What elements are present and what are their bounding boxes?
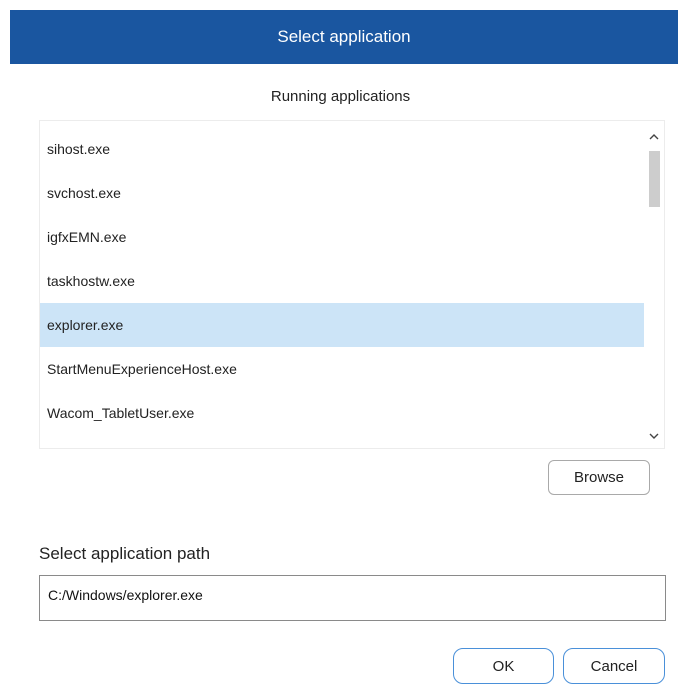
dialog-title: Select application [277,27,411,46]
ok-button[interactable]: OK [453,648,554,684]
list-scrollbar[interactable] [644,121,664,448]
cancel-button[interactable]: Cancel [563,648,665,684]
list-item[interactable]: igfxEMN.exe [40,215,646,259]
application-path-input[interactable] [39,575,666,621]
list-item[interactable]: sihost.exe [40,127,646,171]
browse-button[interactable]: Browse [548,460,650,495]
dialog-title-bar: Select application [10,10,678,64]
select-application-dialog: Select application Running applications … [0,0,681,693]
scrollbar-thumb[interactable] [649,151,660,207]
list-item[interactable]: Wacom_TabletUser.exe [40,391,646,435]
chevron-up-icon[interactable] [644,126,664,146]
chevron-down-icon[interactable] [644,426,664,446]
list-item[interactable]: taskhostw.exe [40,259,646,303]
application-path-label: Select application path [39,544,211,563]
list-item[interactable]: StartMenuExperienceHost.exe [40,347,646,391]
list-item[interactable]: svchost.exe [40,171,646,215]
list-item[interactable]: explorer.exe [40,303,646,347]
running-applications-list[interactable]: sihost.exe svchost.exe igfxEMN.exe taskh… [39,120,665,449]
list-items-container: sihost.exe svchost.exe igfxEMN.exe taskh… [40,127,646,435]
running-applications-heading: Running applications [270,88,411,105]
